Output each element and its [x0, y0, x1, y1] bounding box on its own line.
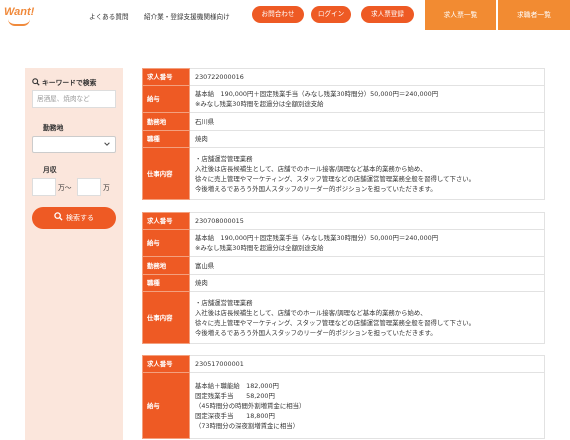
login-button[interactable]: ログイン: [311, 6, 351, 23]
job-type-value: 焼肉: [189, 130, 545, 148]
table-row: 仕事内容 ・店舗運営管理業務 入社後は店長候補生として、店舗でのホール接客/調理…: [142, 291, 545, 344]
search-icon: [32, 78, 40, 88]
job-id-label: 求人番号: [142, 355, 190, 373]
job-id-label: 求人番号: [142, 68, 190, 86]
job-id-value: 230708000015: [189, 212, 545, 230]
keyword-search-title: キーワードで検索: [32, 77, 96, 88]
table-row: 求人番号 230708000015: [142, 212, 545, 230]
job-desc-value: ・店舗運営管理業務 入社後は店長候補生として、店舗でのホール接客/調理など基本的…: [189, 291, 545, 344]
top-header: Want! よくある質問 紹介業・登録支援機関様向け お問合わせ ログイン 求人…: [0, 0, 570, 30]
chevron-down-icon: [103, 140, 111, 150]
keyword-input[interactable]: 居酒屋、焼肉など: [32, 90, 116, 108]
table-row: 給与 基本給 190,000円＋固定残業手当（みなし残業30時間分）50,000…: [142, 85, 545, 113]
search-button[interactable]: 検索する: [32, 207, 116, 229]
job-type-label: 職種: [142, 274, 190, 292]
nav-agency-link[interactable]: 紹介業・登録支援機関様向け: [144, 11, 230, 21]
keyword-search-title-text: キーワードで検索: [42, 79, 97, 87]
table-row: 給与 基本給 190,000円＋固定残業手当（みなし残業30時間分）50,000…: [142, 229, 545, 257]
location-label: 勤務地: [142, 112, 190, 131]
job-id-value: 230517000001: [189, 355, 545, 373]
table-row: 給与 基本給＋職能給 182,000円 固定残業手当 58,200円 （45時間…: [142, 372, 545, 439]
table-row: 求人番号 230517000001: [142, 355, 545, 373]
logo-smile-mark: [8, 19, 30, 26]
salary-range-separator: 万〜: [58, 184, 72, 192]
tab-job-list[interactable]: 求人票一覧: [425, 0, 496, 30]
salary-value: 基本給 190,000円＋固定残業手当（みなし残業30時間分）50,000円＝2…: [189, 85, 545, 113]
job-desc-label: 仕事内容: [142, 147, 190, 200]
salary-value: 基本給＋職能給 182,000円 固定残業手当 58,200円 （45時間分の時…: [189, 372, 545, 439]
search-sidebar: キーワードで検索 居酒屋、焼肉など 勤務地 月収 万〜 万 検索する: [25, 68, 123, 440]
table-row: 仕事内容 ・店舗運営管理業務 入社後は店長候補生として、店舗でのホール接客/調理…: [142, 147, 545, 200]
search-button-label: 検索する: [66, 214, 94, 222]
table-row: 勤務地 富山県: [142, 256, 545, 275]
tab-jobseeker-list[interactable]: 求職者一覧: [498, 0, 570, 30]
salary-label: 月収: [43, 166, 57, 174]
job-card[interactable]: 求人番号 230517000001 給与 基本給＋職能給 182,000円 固定…: [142, 355, 545, 439]
salary-label: 給与: [142, 85, 190, 113]
table-row: 求人番号 230722000016: [142, 68, 545, 86]
job-desc-label: 仕事内容: [142, 291, 190, 344]
location-label: 勤務地: [43, 124, 64, 132]
salary-label: 給与: [142, 229, 190, 257]
job-register-button[interactable]: 求人票登録: [361, 6, 414, 23]
table-row: 勤務地 石川県: [142, 112, 545, 131]
location-value: 石川県: [189, 112, 545, 131]
location-label: 勤務地: [142, 256, 190, 275]
location-value: 富山県: [189, 256, 545, 275]
job-card[interactable]: 求人番号 230708000015 給与 基本給 190,000円＋固定残業手当…: [142, 212, 545, 344]
job-card[interactable]: 求人番号 230722000016 給与 基本給 190,000円＋固定残業手当…: [142, 68, 545, 200]
salary-min-input[interactable]: [32, 178, 56, 196]
job-type-label: 職種: [142, 130, 190, 148]
location-select[interactable]: [32, 136, 116, 153]
job-desc-value: ・店舗運営管理業務 入社後は店長候補生として、店舗でのホール接客/調理など基本的…: [189, 147, 545, 200]
salary-value: 基本給 190,000円＋固定残業手当（みなし残業30時間分）50,000円＝2…: [189, 229, 545, 257]
salary-max-input[interactable]: [77, 178, 101, 196]
nav-faq-link[interactable]: よくある質問: [89, 11, 129, 21]
job-id-label: 求人番号: [142, 212, 190, 230]
search-icon: [54, 208, 63, 230]
salary-unit: 万: [103, 184, 110, 192]
contact-button[interactable]: お問合わせ: [252, 6, 304, 23]
salary-label: 給与: [142, 372, 190, 439]
table-row: 職種 焼肉: [142, 130, 545, 148]
site-logo[interactable]: Want!: [4, 6, 34, 18]
table-row: 職種 焼肉: [142, 274, 545, 292]
job-id-value: 230722000016: [189, 68, 545, 86]
job-type-value: 焼肉: [189, 274, 545, 292]
